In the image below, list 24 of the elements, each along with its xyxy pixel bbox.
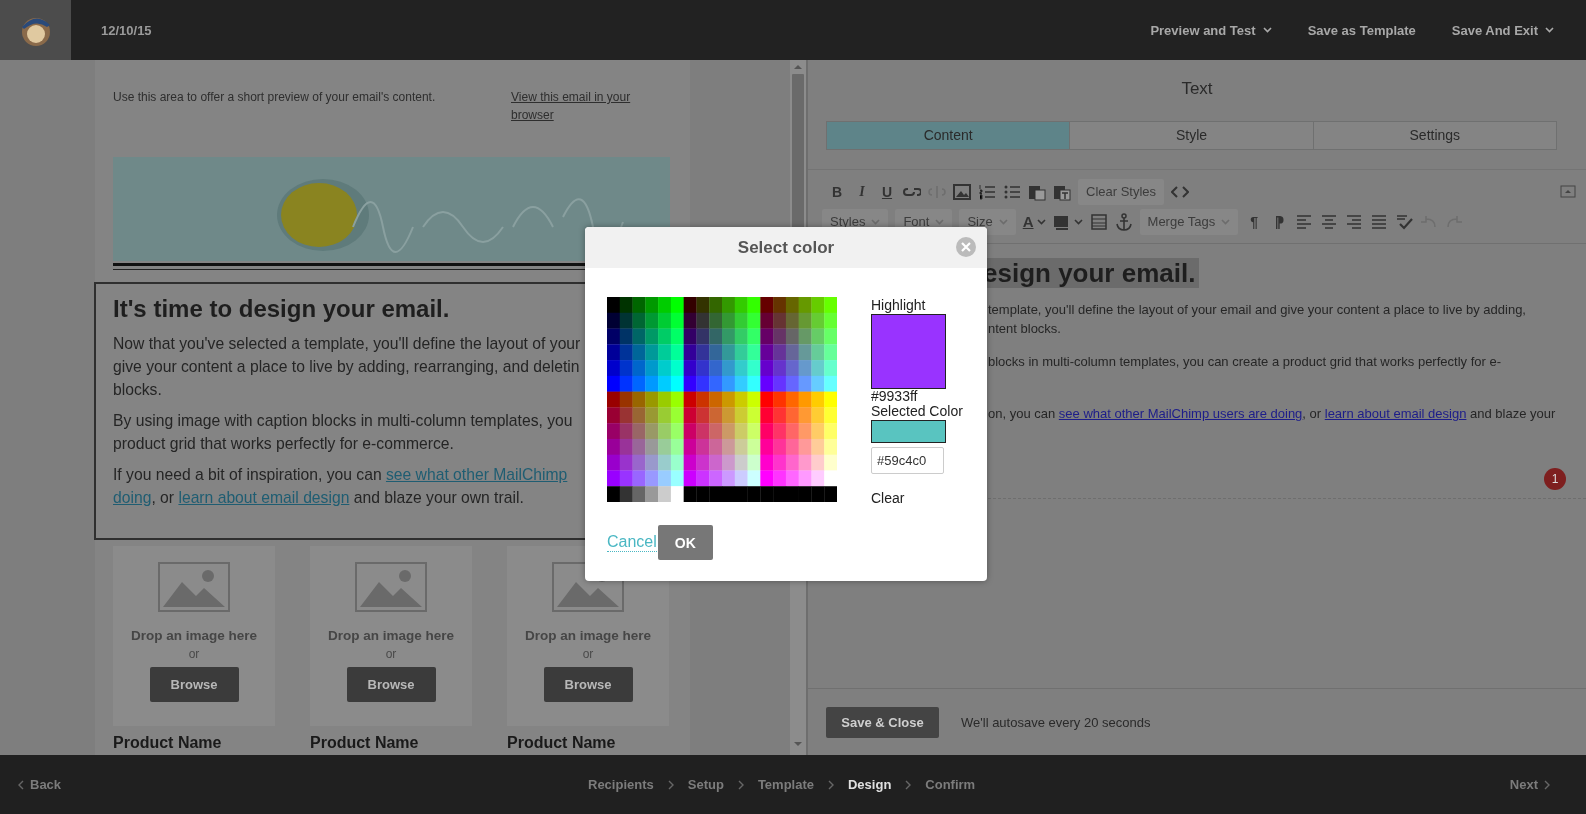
date-label: 12/10/15: [101, 22, 153, 38]
or-label: or: [582, 647, 594, 661]
dialog-title: Select color: [737, 237, 835, 258]
notification-badge: 1: [1544, 467, 1566, 490]
paragraph-text: blocks in multi-column templates, you can create a product grid that works perfectly for e-: [988, 352, 1502, 371]
paragraph-text: By using image with caption blocks in multi-column templates, you product grid that works perfectly for e-commerce.: [113, 411, 574, 454]
drop-hint: Drop an image here: [327, 628, 454, 643]
paragraph-text: Now that you've selected a template, you'll define the layout of your give your content a place to live by adding, rearranging, and deletin blocks.: [113, 334, 582, 400]
product-name: Product Name: [113, 734, 222, 752]
product-name: Product Name: [507, 734, 616, 752]
highlight-label: Highlight: [871, 298, 927, 313]
product-name: Product Name: [310, 734, 419, 752]
paragraph-text: template, you'll define the layout of your email and give your content a place to live by adding, ntent blocks.: [988, 300, 1527, 338]
panel-title: Text: [1180, 78, 1214, 100]
preheader-text: Use this area to offer a short preview of your email's content.: [113, 89, 437, 106]
highlight-hex: #9933ff: [871, 389, 919, 404]
block-heading: It's time to design your email.: [113, 294, 451, 324]
drop-hint: Drop an image here: [130, 628, 257, 643]
paragraph-text: on, you can see what other MailChimp users are doing, or learn about email design and blaze your: [988, 404, 1557, 423]
drop-hint: Drop an image here: [524, 628, 651, 643]
selected-color-label: Selected Color: [871, 404, 963, 419]
or-label: or: [385, 647, 397, 661]
or-label: or: [188, 647, 200, 661]
autosave-note: We'll autosave every 20 seconds: [961, 714, 1151, 730]
